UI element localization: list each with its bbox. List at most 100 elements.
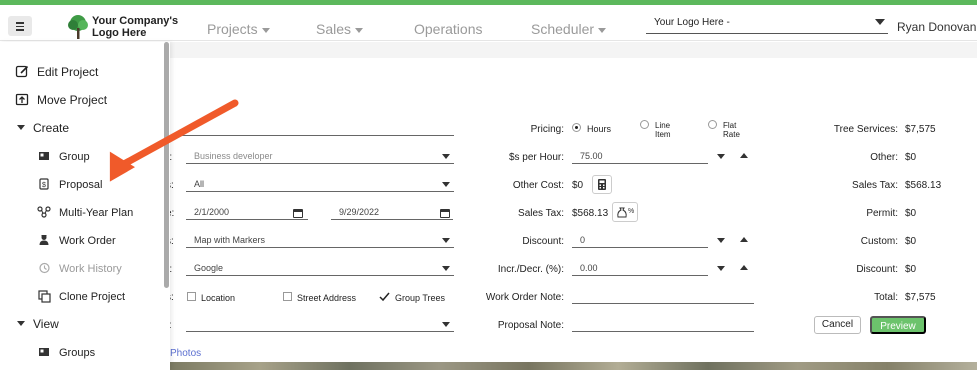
location-checkbox[interactable] bbox=[187, 292, 196, 301]
menu-icon[interactable] bbox=[8, 16, 32, 36]
street-address-checkbox[interactable] bbox=[283, 292, 292, 301]
pricing-line-item-radio[interactable] bbox=[640, 120, 649, 129]
summary-value: $0 bbox=[905, 236, 917, 247]
increment-icon[interactable] bbox=[740, 153, 748, 158]
map-provider-select[interactable]: Google bbox=[186, 260, 454, 276]
sidebar-item-move-project[interactable]: Move Project bbox=[37, 93, 107, 107]
tax-percent-button[interactable]: % bbox=[612, 202, 638, 222]
dropdown-arrow-icon bbox=[442, 238, 450, 243]
summary-value: $7,575 bbox=[905, 292, 936, 303]
group-trees-checkbox[interactable] bbox=[379, 291, 390, 302]
nav-projects[interactable]: Projects bbox=[207, 21, 270, 37]
calculator-button[interactable] bbox=[592, 175, 612, 194]
sidebar-item-group[interactable]: Group bbox=[59, 151, 90, 163]
cancel-button[interactable]: Cancel bbox=[814, 316, 861, 334]
incr-decr-input[interactable]: 0.00 bbox=[572, 260, 708, 276]
sidebar-section-view[interactable]: View bbox=[33, 317, 59, 331]
additional-select[interactable] bbox=[186, 316, 454, 332]
photo-strip bbox=[170, 362, 977, 370]
company-logo-text[interactable]: Your Company's Logo Here bbox=[92, 15, 178, 39]
sidebar-scrollbar[interactable] bbox=[164, 42, 169, 288]
pricing-line-item-label: Line Item bbox=[655, 121, 671, 139]
dropdown-arrow-icon bbox=[442, 322, 450, 327]
summary-label: Discount: bbox=[856, 264, 898, 275]
calendar-icon[interactable] bbox=[440, 209, 450, 218]
discount-input[interactable]: 0 bbox=[572, 232, 708, 248]
pricing-label: Pricing: bbox=[530, 124, 564, 135]
company-select[interactable]: Your Logo Here - bbox=[646, 14, 888, 34]
sidebar-item-multi-year-plan[interactable]: Multi-Year Plan bbox=[59, 207, 133, 219]
summary-label: Tree Services: bbox=[833, 124, 898, 135]
rate-label: $s per Hour: bbox=[508, 152, 564, 163]
other-cost-value: $0 bbox=[572, 180, 584, 191]
user-menu[interactable]: Ryan Donovan bbox=[897, 20, 976, 34]
summary-label: Permit: bbox=[866, 208, 898, 219]
collapse-icon[interactable] bbox=[17, 125, 25, 130]
clone-icon bbox=[38, 290, 51, 303]
discount-label: Discount: bbox=[522, 236, 564, 247]
app-header: Your Company's Logo Here Projects Sales … bbox=[0, 5, 977, 41]
group-trees-label: Group Trees bbox=[395, 293, 446, 303]
sidebar-item-edit-project[interactable]: Edit Project bbox=[37, 65, 98, 79]
preview-button[interactable]: Preview bbox=[870, 316, 926, 334]
other-cost-label: Other Cost: bbox=[512, 180, 564, 191]
collapse-icon[interactable] bbox=[17, 321, 25, 326]
group-icon bbox=[39, 152, 49, 160]
nav-scheduler[interactable]: Scheduler bbox=[531, 21, 607, 37]
calculator-icon bbox=[598, 179, 606, 190]
proposal-note-label: Proposal Note: bbox=[497, 320, 564, 331]
summary-label: Custom: bbox=[860, 236, 898, 247]
summary-label: Sales Tax: bbox=[852, 180, 898, 191]
sidebar-item-proposal[interactable]: Proposal bbox=[59, 179, 102, 191]
date-from-input[interactable]: 2/1/2000 bbox=[186, 204, 308, 220]
pricing-flat-rate-radio[interactable] bbox=[708, 120, 717, 129]
location-label: Location bbox=[201, 293, 236, 303]
summary-value: $0 bbox=[905, 152, 917, 163]
sidebar-item-work-order[interactable]: Work Order bbox=[59, 235, 116, 247]
work-order-note-label: Work Order Note: bbox=[485, 292, 564, 303]
nav-operations[interactable]: Operations bbox=[414, 21, 482, 37]
nav-sales[interactable]: Sales bbox=[316, 21, 364, 37]
summary-value: $0 bbox=[905, 208, 917, 219]
decrement-icon[interactable] bbox=[717, 266, 725, 271]
street-address-label: Street Address bbox=[297, 293, 357, 303]
sidebar-item-work-history: Work History bbox=[59, 263, 122, 275]
rate-input[interactable]: 75.00 bbox=[572, 148, 708, 164]
summary-value: $0 bbox=[905, 264, 917, 275]
worker-icon bbox=[39, 235, 49, 245]
work-order-note-input[interactable] bbox=[572, 288, 754, 304]
proposal-note-input[interactable] bbox=[572, 316, 754, 332]
chevron-down-icon bbox=[355, 27, 364, 33]
increment-icon[interactable] bbox=[740, 265, 748, 270]
salesperson-select[interactable]: Business developer bbox=[186, 148, 454, 164]
move-icon bbox=[15, 93, 29, 106]
groups-icon bbox=[39, 348, 49, 356]
increment-icon[interactable] bbox=[740, 237, 748, 242]
dropdown-arrow-icon bbox=[442, 182, 450, 187]
sidebar-item-clone-project[interactable]: Clone Project bbox=[59, 291, 125, 303]
project-field[interactable] bbox=[180, 120, 454, 136]
date-to-input[interactable]: 9/29/2022 bbox=[331, 204, 453, 220]
sidebar-section-create[interactable]: Create bbox=[33, 121, 69, 135]
decrement-icon[interactable] bbox=[717, 238, 725, 243]
dropdown-arrow-icon bbox=[442, 154, 450, 159]
status-select[interactable]: All bbox=[186, 176, 454, 192]
sales-tax-value: $568.13 bbox=[572, 208, 609, 219]
history-icon bbox=[39, 262, 50, 274]
summary-label: Total: bbox=[874, 292, 898, 303]
calendar-icon[interactable] bbox=[293, 209, 303, 218]
chevron-down-icon bbox=[261, 27, 270, 33]
proposal-icon: $ bbox=[39, 178, 49, 190]
incr-decr-label: Incr./Decr. (%): bbox=[497, 264, 564, 275]
photos-link[interactable]: Photos bbox=[170, 348, 201, 359]
map-type-select[interactable]: Map with Markers bbox=[186, 232, 454, 248]
pricing-hours-label: Hours bbox=[587, 124, 612, 134]
decrement-icon[interactable] bbox=[717, 154, 725, 159]
company-logo-tree-icon bbox=[68, 15, 88, 39]
dropdown-arrow-icon bbox=[875, 19, 885, 25]
svg-text:$: $ bbox=[42, 182, 46, 189]
pricing-hours-radio[interactable] bbox=[572, 123, 581, 132]
edit-icon bbox=[15, 65, 29, 78]
multi-year-plan-icon bbox=[37, 206, 51, 218]
sidebar-item-groups[interactable]: Groups bbox=[59, 347, 95, 359]
